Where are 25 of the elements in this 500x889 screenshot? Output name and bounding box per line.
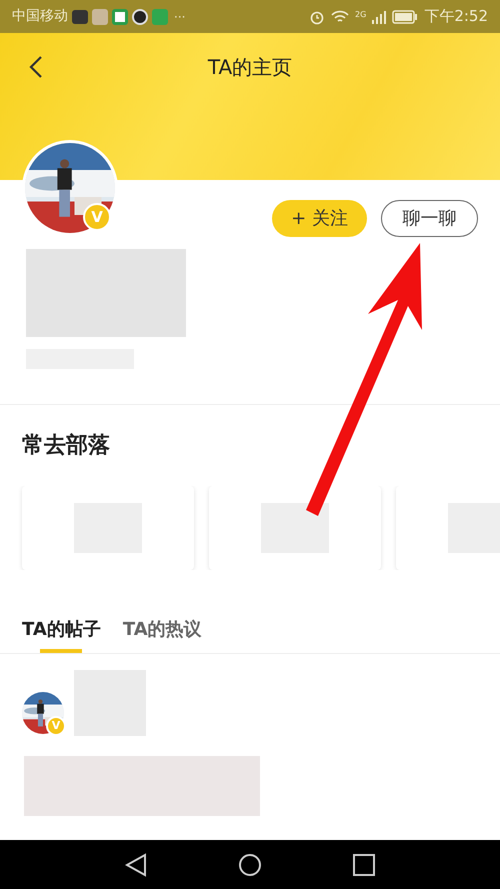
follow-button[interactable]: + 关注 (272, 200, 367, 237)
network-type: 2G (355, 9, 366, 22)
tab[interactable]: TA的帖子 (22, 616, 101, 653)
back-icon[interactable] (125, 852, 148, 876)
app-icon (112, 8, 128, 24)
recents-icon[interactable] (352, 854, 375, 876)
section-title: 常去部落 (21, 432, 111, 460)
app-icon (72, 10, 88, 24)
app-icon (132, 8, 148, 24)
wifi-icon (331, 10, 350, 24)
battery-icon (392, 10, 418, 24)
verified-badge: V (46, 716, 66, 736)
app-icon (92, 8, 108, 24)
app-icon (152, 8, 168, 24)
clock-time: 下午2:52 (424, 6, 488, 28)
carrier-name: 中国移动 (12, 7, 68, 26)
page-title: TA的主页 (208, 54, 292, 81)
signal-icon (372, 10, 386, 24)
redaction-block (261, 503, 329, 553)
home-icon[interactable] (238, 852, 262, 876)
more-notifications: ··· (174, 8, 186, 26)
chat-button[interactable]: 聊一聊 (381, 200, 478, 237)
alarm-icon (309, 8, 326, 24)
tab[interactable]: TA的热议 (122, 616, 202, 653)
back-icon (29, 55, 43, 79)
